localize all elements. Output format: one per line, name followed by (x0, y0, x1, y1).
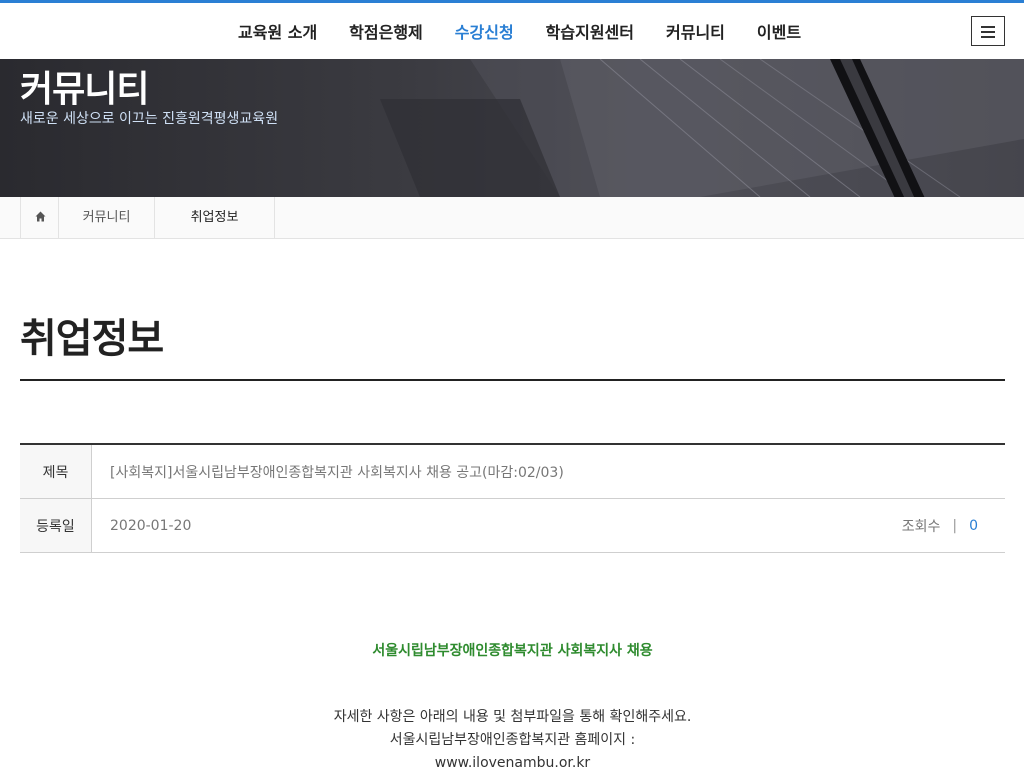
hero-title: 커뮤니티 (20, 69, 149, 110)
post-content: 서울시립남부장애인종합복지관 사회복지사 채용 자세한 사항은 아래의 내용 및… (20, 640, 1005, 775)
page-title: 취업정보 (20, 316, 164, 362)
content-link[interactable]: www.ilovenambu.or.kr (20, 752, 1005, 775)
post-date-row: 등록일 2020-01-20 조회수 | 0 (20, 499, 1005, 553)
hero-background-image (380, 59, 1024, 197)
hamburger-line (981, 26, 995, 28)
home-icon-glyph (35, 211, 46, 222)
view-count-value: 0 (969, 517, 978, 534)
post-subject: [사회복지]서울시립남부장애인종합복지관 사회복지사 채용 공고(마감:02/0… (110, 464, 564, 481)
content-heading: 서울시립남부장애인종합복지관 사회복지사 채용 (372, 643, 653, 659)
breadcrumb-item-job-info[interactable]: 취업정보 (155, 197, 275, 238)
hero-banner: 커뮤니티 새로운 세상으로 이끄는 진흥원격평생교육원 (0, 59, 1024, 197)
post-date: 2020-01-20 (110, 517, 192, 534)
hero-subtitle: 새로운 세상으로 이끄는 진흥원격평생교육원 (20, 111, 279, 127)
nav-item-learning-support[interactable]: 학습지원센터 (530, 19, 650, 43)
home-icon[interactable] (20, 197, 59, 238)
nav-item-event[interactable]: 이벤트 (741, 19, 817, 43)
breadcrumb-item-community[interactable]: 커뮤니티 (59, 197, 155, 238)
view-count: 조회수 | 0 (902, 499, 978, 552)
view-count-label: 조회수 (901, 518, 941, 535)
nav-item-community[interactable]: 커뮤니티 (650, 19, 741, 43)
content-line: 서울시립남부장애인종합복지관 홈페이지 : (389, 732, 636, 748)
view-count-separator: | (952, 517, 958, 534)
date-label: 등록일 (20, 499, 92, 552)
hamburger-menu-icon[interactable] (971, 16, 1005, 46)
hamburger-line (981, 36, 995, 38)
post-subject-row: 제목 [사회복지]서울시립남부장애인종합복지관 사회복지사 채용 공고(마감:0… (20, 445, 1005, 499)
main-menu: 교육원 소개 학점은행제 수강신청 학습지원센터 커뮤니티 이벤트 (222, 3, 817, 59)
post-info-table: 제목 [사회복지]서울시립남부장애인종합복지관 사회복지사 채용 공고(마감:0… (20, 443, 1005, 553)
nav-item-credit-bank[interactable]: 학점은행제 (333, 19, 439, 43)
nav-item-about[interactable]: 교육원 소개 (222, 19, 333, 43)
global-navigation: 교육원 소개 학점은행제 수강신청 학습지원센터 커뮤니티 이벤트 (0, 3, 1024, 59)
subject-label: 제목 (20, 445, 92, 498)
nav-item-enrollment[interactable]: 수강신청 (439, 19, 530, 43)
title-divider (20, 379, 1005, 381)
hamburger-line (981, 31, 995, 33)
breadcrumb: 커뮤니티 취업정보 (0, 197, 1024, 239)
content-line: 자세한 사항은 아래의 내용 및 첨부파일을 통해 확인해주세요. (333, 709, 692, 725)
